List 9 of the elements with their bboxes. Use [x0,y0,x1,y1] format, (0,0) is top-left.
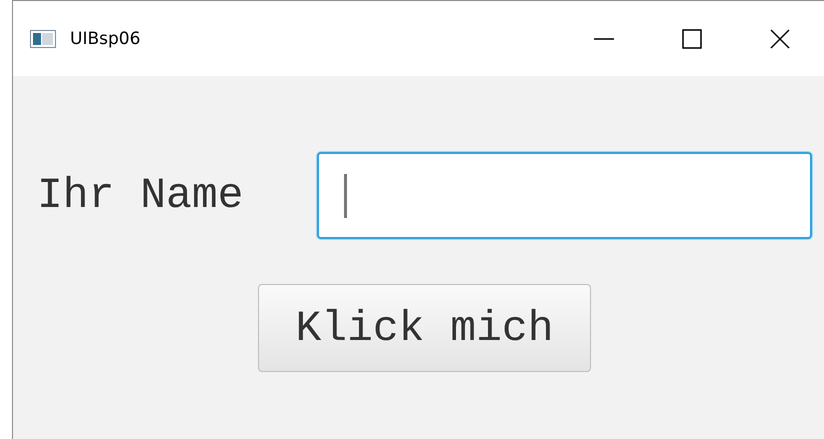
name-label: Ihr Name [37,171,244,220]
click-button[interactable]: Klick mich [258,284,591,372]
app-icon [30,30,56,48]
window-title: UIBsp06 [70,28,142,48]
maximize-icon [681,28,703,50]
text-caret [344,174,347,218]
name-input-field[interactable] [317,152,812,239]
close-icon [769,28,791,50]
minimize-icon [593,38,615,40]
